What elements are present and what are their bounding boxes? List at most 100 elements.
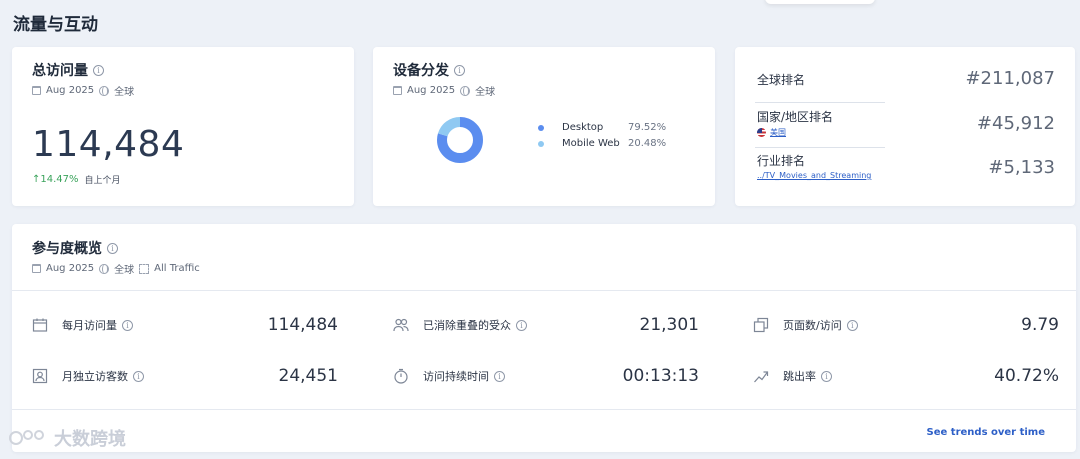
metric-monthly-unique-visitors: 月独立访客数 i 24,451: [32, 364, 338, 388]
region-label: 全球: [114, 87, 135, 98]
region-label: 全球: [475, 87, 496, 98]
pages-icon: [753, 317, 769, 333]
calendar-icon: [32, 264, 41, 273]
info-icon[interactable]: i: [516, 319, 527, 331]
divider: [12, 290, 1076, 291]
metric-label: 每月访问量 i: [62, 317, 268, 333]
see-trends-link[interactable]: See trends over time: [927, 427, 1045, 438]
stopwatch-icon: [394, 368, 408, 384]
rankings-card: 全球排名 #211,087 国家/地区排名 美国 #45,912 行业排名 ..…: [735, 47, 1075, 206]
engagement-header: 参与度概览 i Aug 2025 全球 All Traffic: [32, 238, 200, 276]
metric-label-text: 页面数/访问: [783, 319, 842, 332]
legend-name: Desktop: [562, 122, 604, 133]
legend-item-mobile-web[interactable]: Mobile Web 20.48%: [538, 138, 666, 149]
period-label: Aug 2025: [407, 85, 456, 96]
country-name: 美国: [770, 128, 786, 137]
metric-monthly-visits: 每月访问量 i 114,484: [32, 313, 338, 337]
metric-bounce-rate: 跳出率 i 40.72%: [753, 364, 1059, 388]
metric-label-text: 跳出率: [783, 370, 816, 383]
info-icon[interactable]: i: [122, 319, 133, 331]
metric-deduplicated-audience: 已消除重叠的受众 i 21,301: [393, 313, 699, 337]
legend-item-desktop[interactable]: Desktop 79.52%: [538, 122, 666, 133]
info-icon[interactable]: i: [133, 370, 144, 382]
card-meta: Aug 2025 全球: [32, 83, 334, 98]
change-row: ↑14.47% 自上个月: [32, 173, 334, 186]
total-visits-card: 总访问量 i Aug 2025 全球 114,484 ↑14.47% 自上个月: [12, 47, 354, 206]
info-icon[interactable]: i: [821, 370, 832, 382]
total-visits-title: 总访问量: [32, 63, 88, 79]
card-title-row: 设备分发 i: [393, 60, 695, 80]
metric-label-text: 访问持续时间: [423, 370, 489, 383]
metric-value: 9.79: [1021, 315, 1059, 335]
industry-rank-value: #5,133: [988, 157, 1055, 178]
device-legend: Desktop 79.52% Mobile Web 20.48%: [538, 122, 666, 154]
period-label: Aug 2025: [46, 263, 95, 274]
global-rank-value: #211,087: [965, 68, 1055, 89]
metric-pages-per-visit: 页面数/访问 i 9.79: [753, 313, 1059, 337]
globe-icon: [99, 263, 110, 274]
info-icon[interactable]: i: [93, 64, 104, 76]
calendar-icon: [32, 86, 41, 95]
watermark-logo-icon: [9, 430, 44, 445]
users-icon: [393, 318, 409, 332]
globe-icon: [99, 85, 110, 96]
metric-label-text: 已消除重叠的受众: [423, 319, 511, 332]
metric-label-text: 月独立访客数: [62, 370, 128, 383]
country-rank-row: 国家/地区排名 美国 #45,912: [757, 108, 1055, 138]
us-flag-icon: [757, 128, 766, 137]
metric-label: 访问持续时间 i: [423, 368, 623, 384]
engagement-overview-card: 参与度概览 i Aug 2025 全球 All Traffic 每月访问量 i 1…: [12, 224, 1076, 452]
device-title: 设备分发: [393, 63, 449, 79]
global-rank-row: 全球排名 #211,087: [757, 68, 1055, 89]
visitor-id-icon: [32, 368, 48, 384]
legend-percent: 20.48%: [628, 138, 667, 149]
metric-label: 月独立访客数 i: [62, 368, 279, 384]
region-label: 全球: [114, 265, 135, 276]
watermark-text: 大数跨境: [54, 429, 126, 450]
card-title-row: 总访问量 i: [32, 60, 334, 80]
change-percent: ↑14.47%: [32, 174, 79, 185]
traffic-label: All Traffic: [154, 263, 200, 274]
engagement-title: 参与度概览: [32, 241, 102, 257]
divider: [12, 409, 1076, 410]
info-icon[interactable]: i: [107, 242, 118, 254]
traffic-source-icon: [139, 263, 150, 274]
info-icon[interactable]: i: [846, 319, 858, 331]
metric-value: 00:13:13: [622, 366, 699, 386]
legend-percent: 79.52%: [628, 122, 667, 133]
legend-name: Mobile Web: [562, 138, 620, 149]
watermark: 大数跨境: [8, 425, 126, 451]
legend-dot: [538, 124, 544, 131]
metric-label: 页面数/访问 i: [783, 317, 1021, 333]
globe-icon: [460, 85, 471, 96]
info-icon[interactable]: i: [454, 64, 465, 76]
change-caption: 自上个月: [84, 176, 121, 186]
calendar-icon: [393, 86, 402, 95]
device-distribution-card: 设备分发 i Aug 2025 全球 Desktop 79.52% Mobile…: [373, 47, 715, 206]
calendar-icon: [32, 318, 48, 332]
metric-label: 跳出率 i: [783, 368, 994, 384]
metric-value: 40.72%: [994, 366, 1059, 386]
section-title: 流量与互动: [13, 15, 98, 35]
total-visits-value: 114,484: [32, 124, 185, 165]
metric-value: 21,301: [639, 315, 699, 335]
metric-value: 114,484: [267, 315, 338, 335]
metric-label-text: 每月访问量: [62, 319, 117, 332]
metric-visit-duration: 访问持续时间 i 00:13:13: [393, 364, 699, 388]
country-rank-value: #45,912: [976, 113, 1055, 134]
divider: [755, 102, 885, 103]
donut-svg: [437, 117, 483, 163]
info-icon[interactable]: i: [494, 370, 505, 382]
card-meta: Aug 2025 全球: [393, 83, 695, 98]
card-title-row: 参与度概览 i: [32, 238, 200, 258]
divider: [755, 147, 885, 148]
metric-value: 24,451: [278, 366, 338, 386]
card-meta: Aug 2025 全球 All Traffic: [32, 261, 200, 276]
legend-dot: [538, 140, 544, 147]
top-floating-bar: [765, 0, 875, 4]
period-label: Aug 2025: [46, 85, 95, 96]
trend-icon: [754, 371, 769, 383]
device-donut-chart[interactable]: [435, 115, 485, 165]
metric-label: 已消除重叠的受众 i: [423, 317, 640, 333]
industry-rank-row: 行业排名 ../TV_Movies_and_Streaming #5,133: [757, 152, 1055, 180]
